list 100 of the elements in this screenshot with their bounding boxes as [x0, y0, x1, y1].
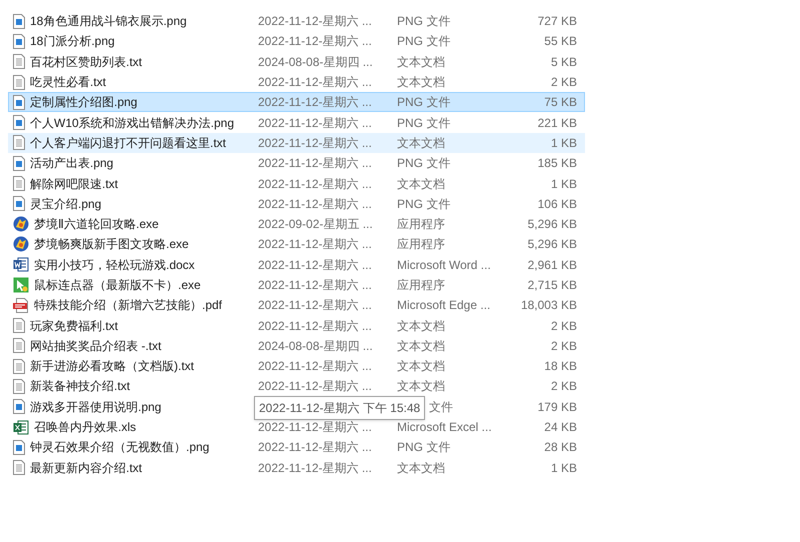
image-file-icon — [13, 115, 25, 130]
file-size: 179 KB — [536, 398, 577, 416]
file-name: 灵宝介绍.png — [30, 196, 102, 213]
modified-date: 2022-11-12-星期六 ... — [258, 378, 373, 396]
image-file-icon — [13, 196, 25, 212]
file-name: 玩家免费福利.txt — [30, 318, 118, 335]
file-type: PNG 文件 — [397, 94, 452, 112]
image-file-icon — [13, 94, 25, 110]
image-file-icon — [13, 440, 25, 455]
file-type: 文本文档 — [397, 338, 446, 355]
image-file-icon — [13, 34, 25, 49]
file-size: 5,296 KB — [526, 236, 577, 254]
modified-date: 2022-11-12-星期六 ... — [258, 256, 373, 274]
file-type: 文件 — [429, 398, 454, 416]
file-size: 75 KB — [543, 94, 577, 112]
file-size: 5 KB — [550, 54, 577, 71]
file-name: 游戏多开器使用说明.png — [30, 398, 162, 416]
file-size: 185 KB — [536, 155, 577, 172]
file-type: 文本文档 — [397, 74, 446, 92]
file-row[interactable]: 游戏多开器使用说明.png 2022-11-12-星期六 下午 15:48 文件 179 KB — [8, 396, 585, 417]
modified-date: 2024-08-08-星期四 ... — [258, 54, 374, 71]
modified-date: 2022-11-12-星期六 ... — [258, 297, 373, 314]
file-size: 1 KB — [550, 176, 577, 193]
file-size: 28 KB — [543, 439, 577, 456]
file-name: 新装备神技介绍.txt — [30, 378, 130, 396]
file-size: 727 KB — [536, 13, 577, 30]
modified-date: 2022-11-12-星期六 ... — [258, 460, 373, 477]
file-name: 钟灵石效果介绍（无视数值）.png — [30, 439, 210, 456]
file-row[interactable]: 最新更新内容介绍.txt 2022-11-12-星期六 ... 文本文档 1 KB — [8, 458, 585, 478]
modified-date: 2022-11-12-星期六 ... — [258, 419, 373, 436]
file-type: 文本文档 — [397, 176, 446, 193]
file-row[interactable]: 活动产出表.png 2022-11-12-星期六 ... PNG 文件 185 KB — [8, 153, 585, 174]
file-size: 221 KB — [536, 114, 577, 132]
file-size: 2 KB — [550, 318, 577, 335]
file-row[interactable]: 特殊技能介绍（新增六艺技能）.pdf 2022-11-12-星期六 ... Microsoft Edge ... 18,003 KB — [8, 295, 585, 316]
game-app-icon — [13, 216, 29, 232]
file-row[interactable]: 吃灵性必看.txt 2022-11-12-星期六 ... 文本文档 2 KB — [8, 72, 585, 92]
file-type: PNG 文件 — [397, 439, 452, 456]
file-row[interactable]: 实用小技巧，轻松玩游戏.docx 2022-11-12-星期六 ... Microsoft Word ... 2,961 KB — [8, 254, 585, 275]
text-file-icon — [13, 460, 25, 476]
file-size: 2 KB — [550, 74, 577, 92]
file-row[interactable]: 百花村区赞助列表.txt 2024-08-08-星期四 ... 文本文档 5 KB — [8, 52, 585, 72]
file-row[interactable]: 18门派分析.png 2022-11-12-星期六 ... PNG 文件 55 KB — [8, 31, 585, 52]
file-type: 文本文档 — [397, 134, 446, 152]
file-row[interactable]: 钟灵石效果介绍（无视数值）.png 2022-11-12-星期六 ... PNG 文件 28 KB — [8, 437, 585, 458]
file-name: 18门派分析.png — [30, 33, 115, 50]
file-name: 活动产出表.png — [30, 155, 114, 172]
image-file-icon — [13, 156, 25, 171]
modified-date: 2022-11-12-星期六 ... — [258, 13, 373, 30]
pdf-file-icon — [13, 298, 29, 313]
file-row[interactable]: 鼠标连点器（最新版不卡）.exe 2022-11-12-星期六 ... 应用程序 2,715 KB — [8, 274, 585, 296]
file-row[interactable]: 玩家免费福利.txt 2022-11-12-星期六 ... 文本文档 2 KB — [8, 315, 585, 336]
cursor-app-icon — [13, 277, 29, 293]
file-name: 18角色通用战斗锦衣展示.png — [30, 13, 187, 30]
file-row[interactable]: 新手进游必看攻略（文档版).txt 2022-11-12-星期六 ... 文本文档 18 KB — [8, 356, 585, 376]
file-row[interactable]: 灵宝介绍.png 2022-11-12-星期六 ... PNG 文件 106 KB — [8, 194, 585, 214]
text-file-icon — [13, 135, 25, 150]
file-name: 新手进游必看攻略（文档版).txt — [30, 358, 194, 376]
file-size: 2,715 KB — [526, 277, 577, 294]
file-name: 召唤兽内丹效果.xls — [34, 419, 136, 436]
file-name: 百花村区赞助列表.txt — [30, 54, 142, 71]
file-type: Microsoft Edge ... — [397, 297, 492, 314]
modified-date: 2022-11-12-星期六 ... — [258, 318, 373, 335]
file-type: 文本文档 — [397, 378, 446, 396]
file-type: 文本文档 — [397, 358, 446, 376]
file-name: 网站抽奖奖品介绍表 -.txt — [30, 338, 162, 355]
file-row[interactable]: 定制属性介绍图.png 2022-11-12-星期六 ... PNG 文件 75 KB — [8, 92, 585, 112]
file-name: 特殊技能介绍（新增六艺技能）.pdf — [34, 297, 222, 314]
file-size: 1 KB — [550, 460, 577, 477]
file-row[interactable]: 网站抽奖奖品介绍表 -.txt 2024-08-08-星期四 ... 文本文档 2 KB — [8, 336, 585, 356]
excel-sheet-icon — [13, 420, 29, 435]
text-file-icon — [13, 338, 25, 354]
file-row[interactable]: 18角色通用战斗锦衣展示.png 2022-11-12-星期六 ... PNG 文件 727 KB — [8, 11, 585, 32]
file-row[interactable]: 梦境畅爽版新手图文攻略.exe 2022-11-12-星期六 ... 应用程序 5,296 KB — [8, 234, 585, 255]
modified-date: 2022-09-02-星期五 ... — [258, 216, 374, 234]
file-size: 2,961 KB — [526, 256, 577, 274]
text-file-icon — [13, 318, 25, 334]
game-app-icon — [13, 236, 29, 252]
modified-date: 2022-11-12-星期六 ... — [258, 134, 373, 152]
date-tooltip: 2022-11-12-星期六 下午 15:48 — [254, 396, 426, 420]
file-size: 18,003 KB — [520, 297, 577, 314]
file-row[interactable]: 新装备神技介绍.txt 2022-11-12-星期六 ... 文本文档 2 KB — [8, 376, 585, 397]
file-type: PNG 文件 — [397, 155, 452, 172]
file-row[interactable]: 梦境Ⅱ六道轮回攻略.exe 2022-09-02-星期五 ... 应用程序 5,296 KB — [8, 214, 585, 234]
file-row[interactable]: 个人W10系统和游戏出错解决办法.png 2022-11-12-星期六 ... PNG 文件 221 KB — [8, 112, 585, 133]
file-row[interactable]: 解除网吧限速.txt 2022-11-12-星期六 ... 文本文档 1 KB — [8, 173, 585, 194]
file-type: PNG 文件 — [397, 196, 452, 213]
file-size: 55 KB — [543, 33, 577, 50]
modified-date: 2022-11-12-星期六 ... — [258, 277, 373, 294]
modified-date: 2022-11-12-星期六 ... — [258, 33, 373, 50]
file-row[interactable]: 个人客户端闪退打不开问题看这里.txt 2022-11-12-星期六 ... 文本文档 1 KB — [8, 132, 585, 154]
file-size: 5,296 KB — [526, 216, 577, 234]
file-name: 梦境畅爽版新手图文攻略.exe — [34, 236, 189, 254]
file-type: PNG 文件 — [397, 13, 452, 30]
file-name: 定制属性介绍图.png — [30, 94, 138, 112]
text-file-icon — [13, 176, 25, 192]
image-file-icon — [13, 399, 25, 414]
file-size: 2 KB — [550, 378, 577, 396]
modified-date: 2022-11-12-星期六 ... — [258, 196, 373, 213]
file-type: 应用程序 — [397, 216, 446, 234]
